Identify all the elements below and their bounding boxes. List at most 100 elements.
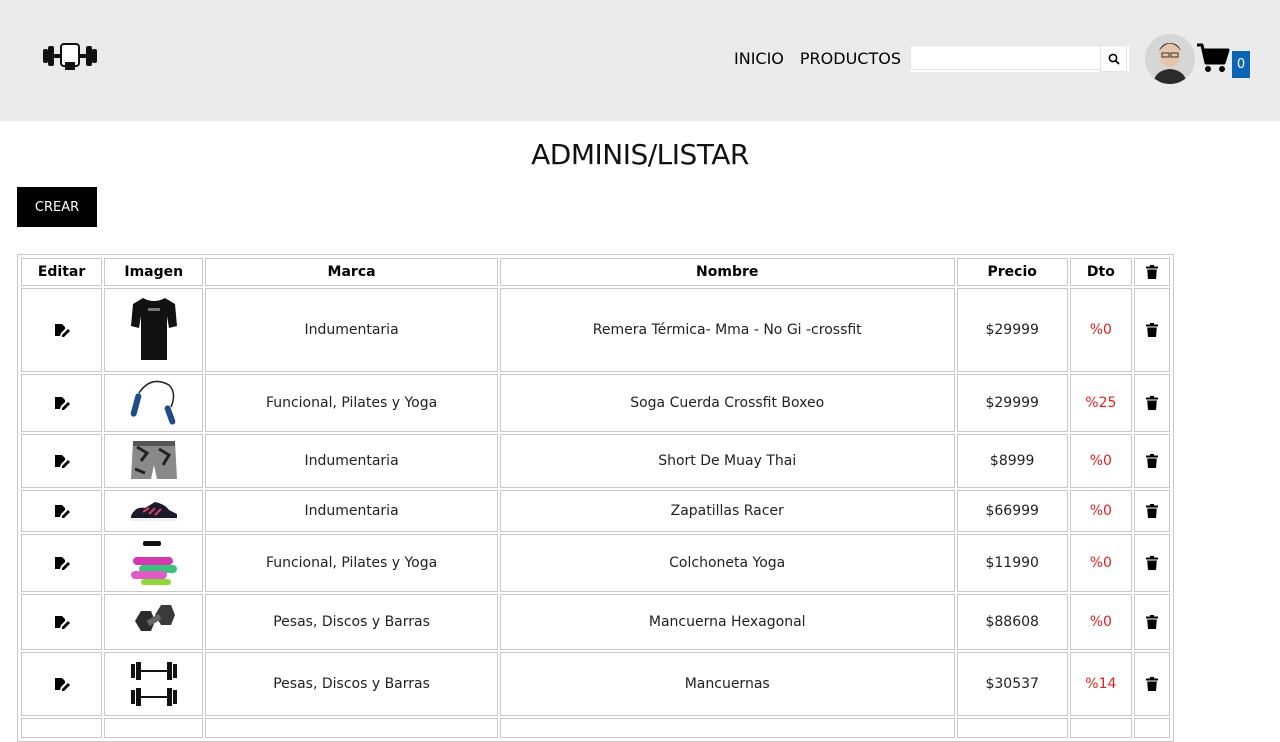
table-row: Indumentaria Zapatillas Racer $66999 %0	[21, 490, 1170, 532]
precio-cell: $30537	[956, 652, 1068, 716]
dto-cell: %0	[1069, 434, 1132, 488]
edit-icon[interactable]	[54, 396, 70, 410]
gym-logo[interactable]	[42, 40, 98, 72]
page-title: ADMINIS/LISTAR	[531, 138, 749, 171]
products-table-container: Editar Imagen Marca Nombre Precio Dto In…	[17, 254, 1174, 742]
table-row: Funcional, Pilates y Yoga Colchoneta Yoga…	[21, 534, 1170, 592]
precio-cell: $29999	[956, 374, 1068, 432]
edit-icon[interactable]	[54, 556, 70, 570]
delete-cell[interactable]	[1133, 374, 1170, 432]
delete-cell[interactable]	[1133, 594, 1170, 650]
header-delete	[1133, 258, 1170, 286]
create-button[interactable]: CREAR	[17, 187, 97, 227]
image-cell	[104, 652, 204, 716]
nombre-cell: Mancuernas	[499, 652, 955, 716]
precio-cell: $88608	[956, 594, 1068, 650]
nombre-cell: Remera Térmica- Mma - No Gi -crossfit	[499, 288, 955, 372]
header-precio: Precio	[956, 258, 1068, 286]
edit-icon[interactable]	[54, 504, 70, 518]
table-header-row: Editar Imagen Marca Nombre Precio Dto	[21, 258, 1170, 286]
sneakers-image	[130, 502, 177, 521]
delete-cell[interactable]	[1133, 434, 1170, 488]
marca-cell: Funcional, Pilates y Yoga	[205, 374, 498, 432]
dto-cell: %0	[1069, 594, 1132, 650]
user-avatar[interactable]	[1145, 34, 1195, 84]
marca-cell: Pesas, Discos y Barras	[205, 652, 498, 716]
user-photo-icon	[1145, 34, 1195, 84]
header-nombre: Nombre	[499, 258, 955, 286]
trash-icon[interactable]	[1145, 323, 1158, 337]
delete-cell[interactable]	[1133, 288, 1170, 372]
header-dto: Dto	[1069, 258, 1132, 286]
edit-cell[interactable]	[21, 594, 103, 650]
site-header: INICIO PRODUCTOS 0	[0, 0, 1280, 121]
edit-cell[interactable]	[21, 288, 103, 372]
nombre-cell: Mancuerna Hexagonal	[499, 594, 955, 650]
edit-icon[interactable]	[54, 615, 70, 629]
table-row: Funcional, Pilates y Yoga Soga Cuerda Cro…	[21, 374, 1170, 432]
marca-cell: Indumentaria	[205, 490, 498, 532]
precio-cell: $8999	[956, 434, 1068, 488]
edit-icon[interactable]	[54, 454, 70, 468]
cart-count-badge: 0	[1232, 51, 1250, 78]
jump-rope-image	[130, 380, 176, 425]
dto-cell: %0	[1069, 490, 1132, 532]
trash-icon[interactable]	[1145, 615, 1158, 629]
dumbbells-image	[130, 662, 177, 706]
image-cell	[104, 434, 204, 488]
main-nav: INICIO PRODUCTOS	[734, 49, 901, 68]
trash-icon[interactable]	[1145, 396, 1158, 410]
nav-inicio[interactable]: INICIO	[734, 49, 784, 68]
search-icon	[1108, 53, 1120, 65]
precio-cell: $11990	[956, 534, 1068, 592]
header-editar: Editar	[21, 258, 103, 286]
table-row: Pesas, Discos y Barras Mancuerna Hexagona…	[21, 594, 1170, 650]
marca-cell: Funcional, Pilates y Yoga	[205, 534, 498, 592]
dto-cell: %25	[1069, 374, 1132, 432]
table-row: Indumentaria Short De Muay Thai $8999 %0	[21, 434, 1170, 488]
trash-icon[interactable]	[1145, 504, 1158, 518]
trash-icon[interactable]	[1145, 556, 1158, 570]
edit-cell[interactable]	[21, 652, 103, 716]
yoga-mats-image	[130, 541, 177, 585]
header-marca: Marca	[205, 258, 498, 286]
image-cell	[104, 594, 204, 650]
edit-icon[interactable]	[54, 323, 70, 337]
delete-cell[interactable]	[1133, 534, 1170, 592]
products-table: Editar Imagen Marca Nombre Precio Dto In…	[19, 256, 1172, 740]
marca-cell: Indumentaria	[205, 434, 498, 488]
edit-cell[interactable]	[21, 534, 103, 592]
table-row: Indumentaria Remera Térmica- Mma - No Gi …	[21, 288, 1170, 372]
delete-cell[interactable]	[1133, 490, 1170, 532]
hex-dumbbell-image	[134, 605, 175, 631]
delete-cell[interactable]	[1133, 652, 1170, 716]
nombre-cell: Zapatillas Racer	[499, 490, 955, 532]
trash-icon[interactable]	[1145, 454, 1158, 468]
marca-cell: Indumentaria	[205, 288, 498, 372]
search-input[interactable]	[910, 45, 1100, 70]
edit-icon[interactable]	[54, 677, 70, 691]
search-bar	[910, 45, 1129, 72]
nombre-cell: Colchoneta Yoga	[499, 534, 955, 592]
image-cell	[104, 288, 204, 372]
edit-cell[interactable]	[21, 434, 103, 488]
tshirt-image	[130, 298, 177, 360]
image-cell	[104, 490, 204, 532]
edit-cell[interactable]	[21, 490, 103, 532]
nombre-cell: Soga Cuerda Crossfit Boxeo	[499, 374, 955, 432]
trash-icon[interactable]	[1145, 677, 1158, 691]
edit-cell[interactable]	[21, 374, 103, 432]
precio-cell: $66999	[956, 490, 1068, 532]
dto-cell: %0	[1069, 288, 1132, 372]
trash-icon	[1145, 265, 1158, 279]
search-button[interactable]	[1100, 45, 1127, 72]
nav-productos[interactable]: PRODUCTOS	[800, 49, 901, 68]
header-imagen: Imagen	[104, 258, 204, 286]
nombre-cell: Short De Muay Thai	[499, 434, 955, 488]
dto-cell: %14	[1069, 652, 1132, 716]
table-row: Pesas, Discos y Barras Mancuernas $30537 %1…	[21, 652, 1170, 716]
dto-cell: %0	[1069, 534, 1132, 592]
image-cell	[104, 534, 204, 592]
shopping-cart-icon[interactable]	[1196, 43, 1230, 73]
shorts-image	[130, 441, 177, 479]
